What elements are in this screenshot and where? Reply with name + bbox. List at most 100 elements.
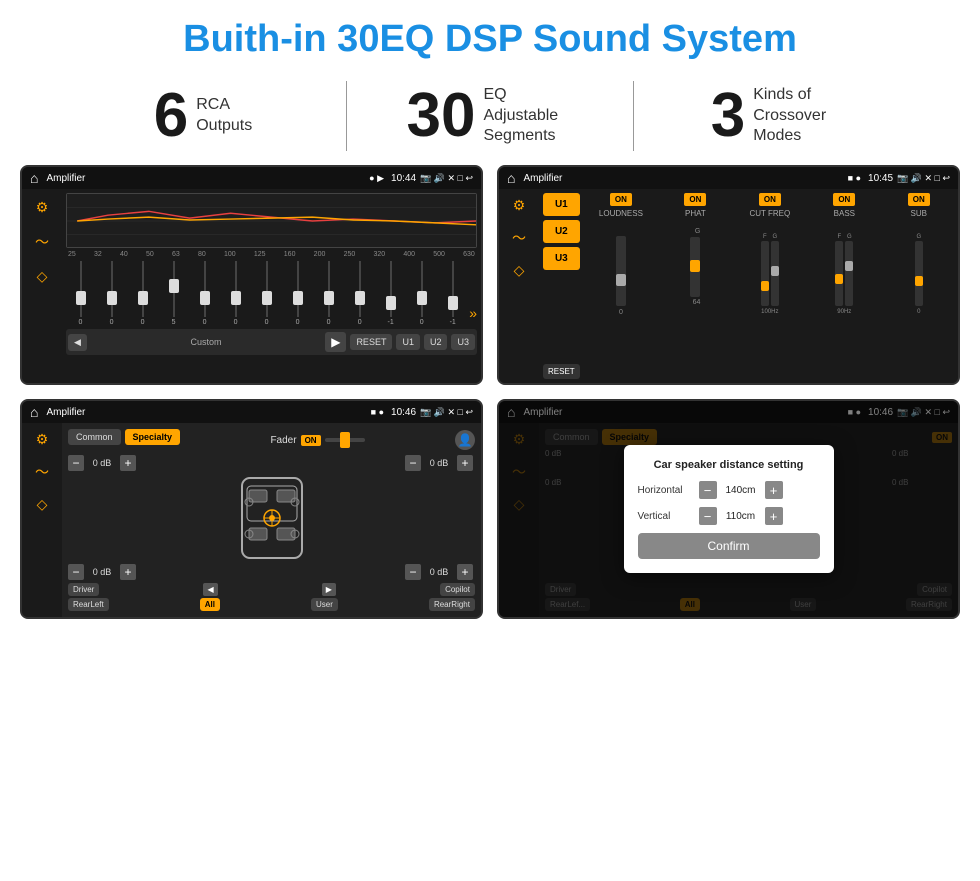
fader-sidebar-icon-1[interactable]: ⚙ [36,431,49,448]
crossover-sidebar-icon-1[interactable]: ⚙ [513,197,526,214]
eq-val-13: -1 [450,319,456,326]
eq-thumb-7[interactable] [262,291,272,305]
ch-sub-val: 0 [917,309,920,315]
eq-thumb-5[interactable] [200,291,210,305]
dialog-vertical-plus[interactable]: + [765,507,783,525]
vol-right-front-plus[interactable]: + [457,455,473,471]
vol-right-rear-minus[interactable]: − [405,564,421,580]
vol-left-front-plus[interactable]: + [120,455,136,471]
eq-thumb-2[interactable] [107,291,117,305]
eq-prev-btn[interactable]: ◀ [68,334,87,351]
dialog-horizontal-minus[interactable]: − [699,481,717,499]
vol-left-rear-minus[interactable]: − [68,564,84,580]
ch-bass-thumb-f[interactable] [835,274,843,284]
fader-sidebar-icon-3[interactable]: ◇ [37,496,48,513]
ch-loudness-toggle[interactable]: ON [610,193,632,206]
stat-crossover: 3 Kinds ofCrossover Modes [634,85,920,147]
freq-63: 63 [172,251,180,258]
fader-right-arrow[interactable]: ▶ [322,583,336,596]
fader-tabs: Common Specialty [68,429,180,445]
crossover-sidebar-icon-3[interactable]: ◇ [514,262,525,279]
fader-content: ⚙ 〜 ◇ Common Specialty Fader ON [22,423,481,617]
eq-track-13 [452,261,454,317]
vol-left-front-minus[interactable]: − [68,455,84,471]
dialog-horizontal-value: 140cm [723,485,759,496]
ch-bass-toggle[interactable]: ON [833,193,855,206]
freq-25: 25 [68,251,76,258]
tab-common[interactable]: Common [68,429,121,445]
fader-all-btn[interactable]: All [200,598,220,611]
fader-h-thumb[interactable] [340,432,350,448]
eq-thumb-10[interactable] [355,291,365,305]
eq-thumb-11[interactable] [386,296,396,310]
ch-bass-thumb-g[interactable] [845,261,853,271]
fader-copilot-btn[interactable]: Copilot [440,583,475,596]
eq-track-8 [297,261,299,317]
eq-home-icon[interactable]: ⌂ [30,170,38,186]
vol-right-front-val: 0 dB [424,458,454,468]
vol-left-rear: − 0 dB + [68,564,138,580]
ch-bass-freq: 90Hz [837,309,851,315]
ch-cutfreq-thumb-f[interactable] [761,281,769,291]
eq-sidebar-icon-3[interactable]: ◇ [37,268,48,285]
dialog-vertical-minus[interactable]: − [699,507,717,525]
ch-cutfreq-toggle[interactable]: ON [759,193,781,206]
eq-val-3: 0 [141,319,145,326]
ch-phat-thumb[interactable] [690,260,700,272]
eq-sidebar-icon-1[interactable]: ⚙ [36,199,49,216]
fader-rearright-btn[interactable]: RearRight [429,598,475,611]
fader-rearleft-btn[interactable]: RearLeft [68,598,109,611]
dialog-horizontal-plus[interactable]: + [765,481,783,499]
vol-left-rear-plus[interactable]: + [120,564,136,580]
eq-title: Amplifier [46,173,365,184]
fader-left-arrow[interactable]: ◀ [203,583,217,596]
ch-sub-toggle[interactable]: ON [908,193,930,206]
fader-sidebar-icon-2[interactable]: 〜 [35,462,49,482]
eq-sidebar-icon-2[interactable]: 〜 [35,232,49,252]
eq-slider-5: 0 [190,261,219,326]
eq-track-4 [173,261,175,317]
u2-btn[interactable]: U2 [543,220,580,243]
crossover-reset-btn[interactable]: RESET [543,364,580,379]
eq-u2-btn[interactable]: U2 [424,334,448,350]
u1-btn[interactable]: U1 [543,193,580,216]
tab-specialty[interactable]: Specialty [125,429,181,445]
ch-loudness-thumb[interactable] [616,274,626,286]
ch-cutfreq-thumb-g[interactable] [771,266,779,276]
eq-thumb-8[interactable] [293,291,303,305]
eq-thumb-13[interactable] [448,296,458,310]
fader-home-icon[interactable]: ⌂ [30,404,38,420]
eq-val-9: 0 [327,319,331,326]
fader-driver-btn[interactable]: Driver [68,583,99,596]
vol-left-front-val: 0 dB [87,458,117,468]
vol-left-front: − 0 dB + [68,455,138,471]
eq-u3-btn[interactable]: U3 [451,334,475,350]
eq-thumb-6[interactable] [231,291,241,305]
ch-phat-toggle[interactable]: ON [684,193,706,206]
fader-user-btn[interactable]: User [311,598,338,611]
ch-bass: ON BASS F G [809,193,879,379]
eq-thumb-12[interactable] [417,291,427,305]
u3-btn[interactable]: U3 [543,247,580,270]
vol-right-front-minus[interactable]: − [405,455,421,471]
eq-u1-btn[interactable]: U1 [396,334,420,350]
crossover-sidebar-icon-2[interactable]: 〜 [512,228,526,248]
ch-sub-thumb[interactable] [915,276,923,286]
eq-thumb-9[interactable] [324,291,334,305]
crossover-time: 10:45 [868,173,893,184]
expand-icon[interactable]: » [469,305,477,321]
vol-right-rear-plus[interactable]: + [457,564,473,580]
eq-thumb-3[interactable] [138,291,148,305]
crossover-home-icon[interactable]: ⌂ [507,170,515,186]
freq-200: 200 [314,251,326,258]
eq-play-btn[interactable]: ▶ [325,332,346,352]
eq-track-9 [328,261,330,317]
stat-eq: 30 EQ AdjustableSegments [347,85,633,147]
eq-reset-btn[interactable]: RESET [350,334,392,350]
eq-thumb-4[interactable] [169,279,179,293]
eq-thumb-1[interactable] [76,291,86,305]
confirm-button[interactable]: Confirm [638,533,820,559]
freq-100: 100 [224,251,236,258]
eq-val-7: 0 [265,319,269,326]
eq-track-12 [421,261,423,317]
